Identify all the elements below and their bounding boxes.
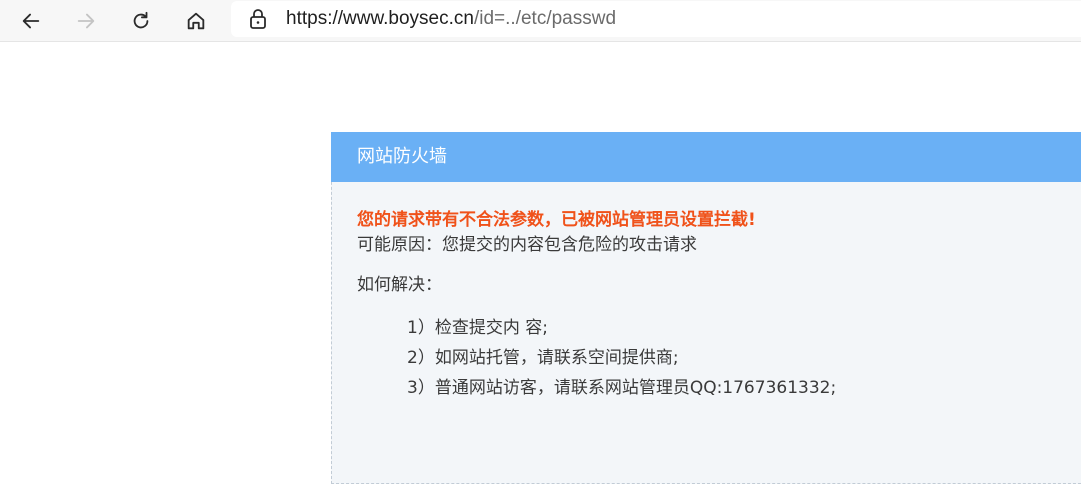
home-icon [187, 12, 205, 30]
home-button[interactable] [180, 5, 212, 37]
possible-reason-text: 可能原因：您提交的内容包含危险的攻击请求 [357, 235, 697, 255]
url-path: /id=../etc/passwd [473, 8, 617, 29]
address-bar[interactable]: https://www.boysec.cn/id=../etc/passwd [231, 1, 1081, 37]
back-button[interactable] [15, 5, 47, 37]
refresh-icon [133, 11, 149, 29]
url-text[interactable]: https://www.boysec.cn/id=../etc/passwd [286, 8, 616, 30]
forward-button[interactable] [70, 5, 102, 37]
arrow-left-icon [22, 13, 40, 29]
solution-step: 2）如网站托管，请联系空间提供商; [407, 348, 679, 368]
lock-icon[interactable] [249, 9, 267, 29]
firewall-title: 网站防火墙 [357, 146, 447, 167]
url-host: https://www.boysec.cn [286, 8, 474, 29]
solution-step: 3）普通网站访客，请联系网站管理员QQ:1767361332; [407, 378, 837, 398]
firewall-panel [331, 132, 1081, 484]
refresh-button[interactable] [125, 5, 157, 37]
solution-step: 1）检查提交内 容; [407, 318, 548, 338]
how-to-solve-heading: 如何解决： [357, 275, 442, 295]
firewall-header: 网站防火墙 [331, 132, 1081, 182]
block-alert-text: 您的请求带有不合法参数，已被网站管理员设置拦截! [357, 210, 756, 230]
browser-toolbar: https://www.boysec.cn/id=../etc/passwd [0, 0, 1081, 42]
arrow-right-icon [77, 13, 95, 29]
